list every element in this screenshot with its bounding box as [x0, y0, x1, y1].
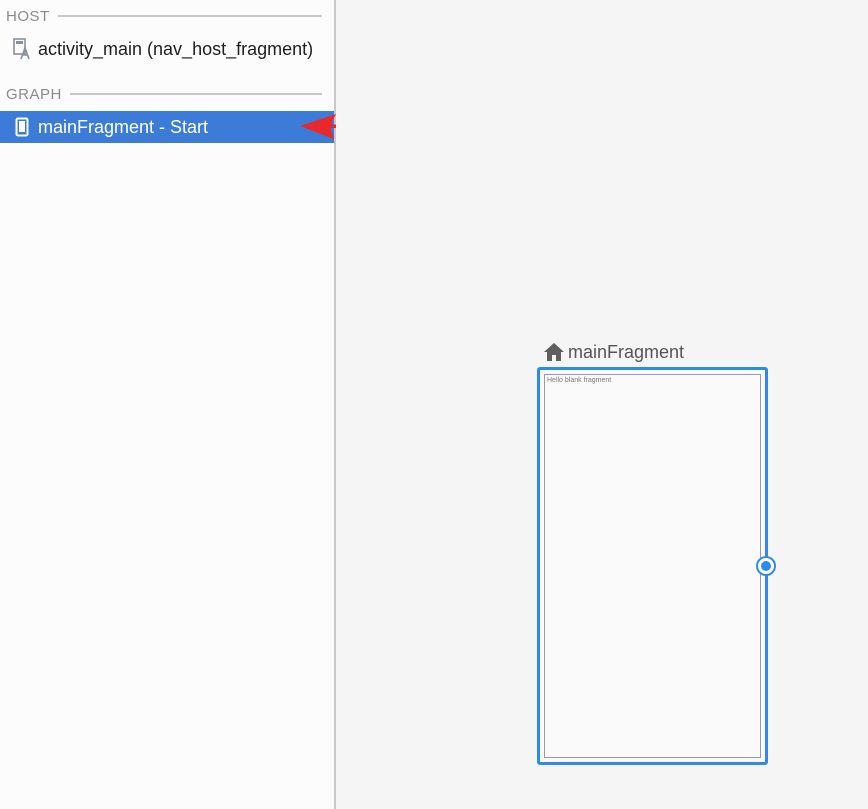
navigation-editor: HOST activity_main (nav_host_fragment) G… — [0, 0, 868, 809]
graph-item-label: mainFragment - Start — [38, 116, 209, 137]
destinations-panel: HOST activity_main (nav_host_fragment) G… — [0, 0, 336, 809]
host-item-label: activity_main (nav_host_fragment) — [38, 38, 314, 59]
destination-title: mainFragment — [543, 340, 684, 364]
graph-item-main-fragment[interactable]: mainFragment - Start — [0, 111, 334, 143]
host-section-header: HOST — [6, 6, 322, 26]
graph-section-label: GRAPH — [6, 85, 62, 103]
section-divider — [57, 15, 322, 17]
destination-name: mainFragment — [568, 341, 685, 362]
host-section-label: HOST — [6, 7, 50, 25]
action-handle-dot — [761, 561, 771, 571]
graph-section-header: GRAPH — [6, 84, 322, 104]
preview-text: Hello blank fragment — [547, 377, 612, 384]
layout-file-icon — [10, 37, 34, 61]
destination-main-fragment[interactable]: Hello blank fragment — [537, 367, 768, 765]
host-item-activity-main[interactable]: activity_main (nav_host_fragment) — [0, 33, 334, 65]
fragment-preview: Hello blank fragment — [544, 374, 761, 758]
fragment-phone-icon — [10, 115, 34, 139]
home-icon — [544, 343, 564, 361]
section-divider — [69, 93, 322, 95]
action-handle[interactable] — [756, 556, 776, 576]
